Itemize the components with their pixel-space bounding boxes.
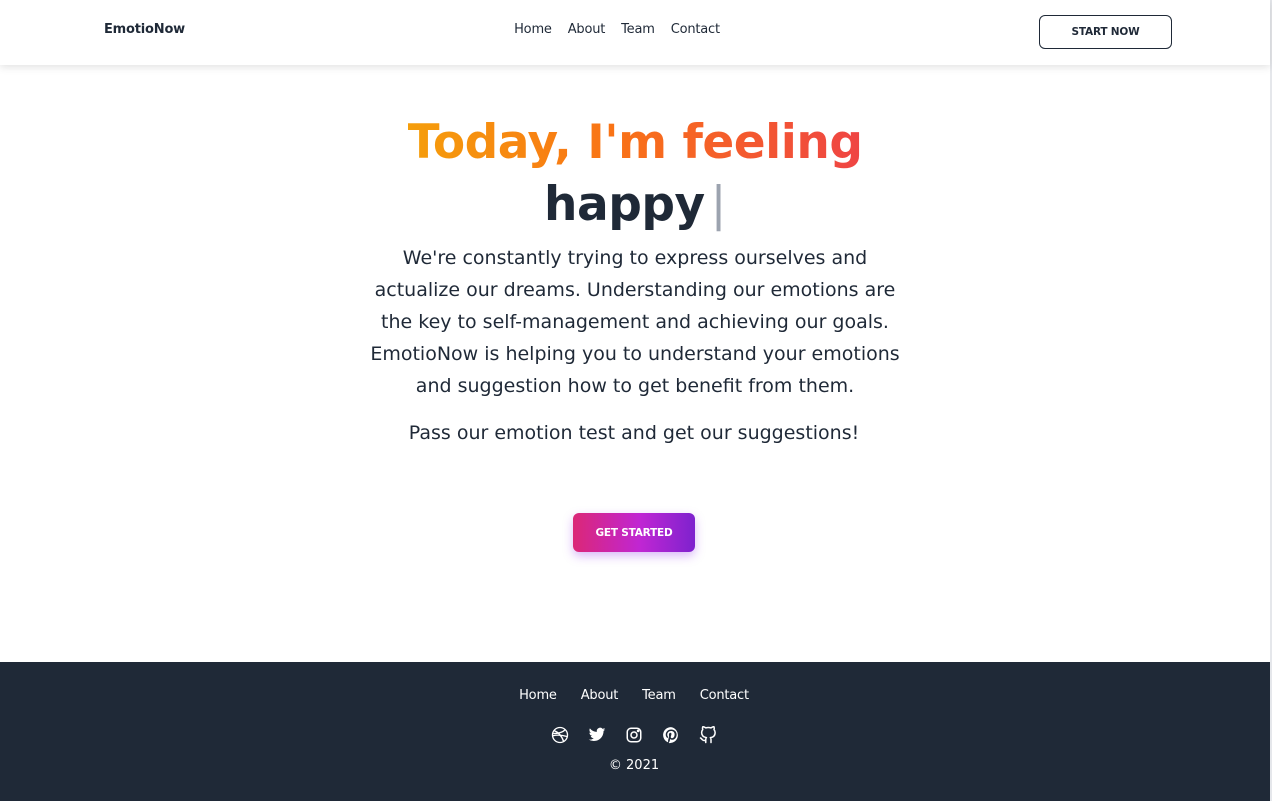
start-now-button[interactable]: START NOW bbox=[1039, 15, 1172, 49]
social-links bbox=[0, 725, 1268, 744]
twitter-icon[interactable] bbox=[588, 725, 607, 744]
hero-description: We're constantly trying to express ourse… bbox=[370, 247, 900, 397]
dribbble-icon[interactable] bbox=[551, 725, 570, 744]
nav-link-contact[interactable]: Contact bbox=[671, 22, 720, 37]
hero-emotion-line: happy | bbox=[0, 174, 1270, 236]
nav-link-team[interactable]: Team bbox=[621, 22, 655, 37]
nav-link-home[interactable]: Home bbox=[514, 22, 552, 37]
footer-link-contact[interactable]: Contact bbox=[700, 688, 749, 703]
footer-link-team[interactable]: Team bbox=[642, 688, 676, 703]
footer: Home About Team Contact © 2021 bbox=[0, 662, 1270, 801]
footer-link-about[interactable]: About bbox=[581, 688, 619, 703]
emotion-word: happy bbox=[544, 177, 705, 232]
get-started-button[interactable]: GET STARTED bbox=[573, 513, 695, 552]
hero-title: Today, I'm feeling happy | bbox=[0, 112, 1270, 236]
copyright: © 2021 bbox=[608, 758, 660, 773]
instagram-icon[interactable] bbox=[625, 725, 644, 744]
github-icon[interactable] bbox=[699, 725, 718, 744]
nav-link-about[interactable]: About bbox=[568, 22, 606, 37]
top-navbar: EmotioNow Home About Team Contact START … bbox=[0, 0, 1270, 65]
pinterest-icon[interactable] bbox=[662, 725, 681, 744]
hero-title-line: Today, I'm feeling bbox=[407, 115, 863, 170]
typing-cursor: | bbox=[710, 177, 727, 232]
hero-cta-text: Pass our emotion test and get our sugges… bbox=[408, 422, 860, 444]
footer-link-home[interactable]: Home bbox=[519, 688, 557, 703]
footer-nav: Home About Team Contact bbox=[0, 688, 1268, 703]
